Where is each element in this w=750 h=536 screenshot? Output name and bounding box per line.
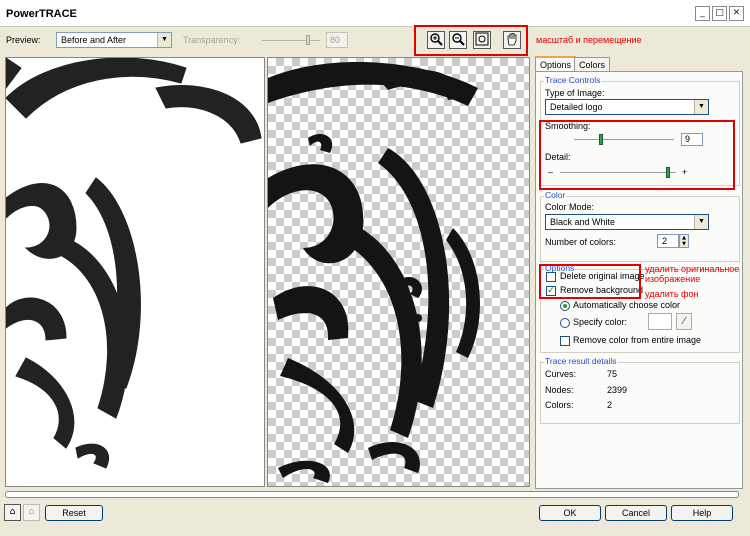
type-of-image-value: Detailed logo xyxy=(550,102,603,112)
nodes-label: Nodes: xyxy=(545,385,574,395)
chevron-down-icon[interactable]: ▼ xyxy=(157,33,171,47)
curves-value: 75 xyxy=(607,369,618,379)
ok-button[interactable]: OK xyxy=(539,505,601,521)
number-of-colors-input[interactable]: 2 xyxy=(657,234,679,248)
type-of-image-label: Type of Image: xyxy=(545,88,605,98)
transparency-label: Transparency: xyxy=(183,35,241,45)
cancel-button[interactable]: Cancel xyxy=(605,505,667,521)
tab-options[interactable]: Options xyxy=(535,56,577,72)
transparency-slider-thumb[interactable] xyxy=(306,35,310,45)
trace-controls-label: Trace Controls xyxy=(544,75,602,85)
help-button[interactable]: Help xyxy=(671,505,733,521)
nodes-value: 2399 xyxy=(607,385,628,395)
delete-original-annotation-line2: изображение xyxy=(645,274,701,284)
transparency-value[interactable]: 80 xyxy=(326,32,348,48)
remove-entire-label[interactable]: Remove color from entire image xyxy=(573,335,701,345)
tool-icon-1[interactable]: ⌂ xyxy=(4,504,21,521)
smoothing-detail-highlight xyxy=(539,120,735,190)
color-swatch[interactable] xyxy=(648,313,672,330)
number-of-colors-spinner[interactable]: ▲ ▼ xyxy=(679,234,689,248)
tool-icon-2[interactable]: ⌂ xyxy=(23,504,40,521)
zoom-pan-highlight xyxy=(414,25,528,56)
chevron-down-icon[interactable]: ▼ xyxy=(694,215,708,229)
options-checkbox-highlight xyxy=(539,264,641,299)
specify-color-radio[interactable] xyxy=(560,318,570,328)
colors-label: Colors: xyxy=(545,400,574,410)
number-of-colors-label: Number of colors: xyxy=(545,237,617,247)
after-preview-pane[interactable] xyxy=(267,57,530,487)
before-preview-pane[interactable] xyxy=(5,57,265,487)
trace-results-label: Trace result details xyxy=(544,356,618,366)
after-logo-image xyxy=(268,61,480,483)
minimize-button[interactable]: _ xyxy=(695,6,710,21)
auto-color-radio[interactable] xyxy=(560,301,570,311)
progress-bar xyxy=(5,491,739,498)
preview-select-value: Before and After xyxy=(61,35,127,45)
specify-color-label[interactable]: Specify color: xyxy=(573,317,627,327)
preview-label: Preview: xyxy=(6,35,41,45)
reset-button[interactable]: Reset xyxy=(45,505,103,521)
remove-background-annotation: удалить фон xyxy=(645,289,699,299)
curves-label: Curves: xyxy=(545,369,577,379)
maximize-button[interactable]: □ xyxy=(712,6,727,21)
eyedropper-icon[interactable]: ⁄ xyxy=(676,313,692,330)
zoom-pan-annotation: масштаб и перемещение xyxy=(536,35,642,45)
colors-value: 2 xyxy=(607,400,613,410)
color-mode-value: Black and White xyxy=(550,217,616,227)
color-group-label: Color xyxy=(544,190,567,200)
color-mode-select[interactable]: Black and White ▼ xyxy=(545,214,709,230)
window-title: PowerTRACE xyxy=(6,8,77,20)
transparency-slider[interactable] xyxy=(262,35,320,45)
type-of-image-select[interactable]: Detailed logo ▼ xyxy=(545,99,709,115)
title-bar: PowerTRACE _ □ ✕ xyxy=(0,0,750,27)
color-mode-label: Color Mode: xyxy=(545,202,595,212)
auto-color-label[interactable]: Automatically choose color xyxy=(573,300,680,310)
before-logo-image xyxy=(6,58,262,469)
preview-select[interactable]: Before and After ▼ xyxy=(56,32,172,48)
close-button[interactable]: ✕ xyxy=(729,6,744,21)
delete-original-annotation: удалить оригинальное xyxy=(645,264,740,274)
chevron-down-icon[interactable]: ▼ xyxy=(694,100,708,114)
remove-entire-checkbox[interactable] xyxy=(560,336,570,346)
